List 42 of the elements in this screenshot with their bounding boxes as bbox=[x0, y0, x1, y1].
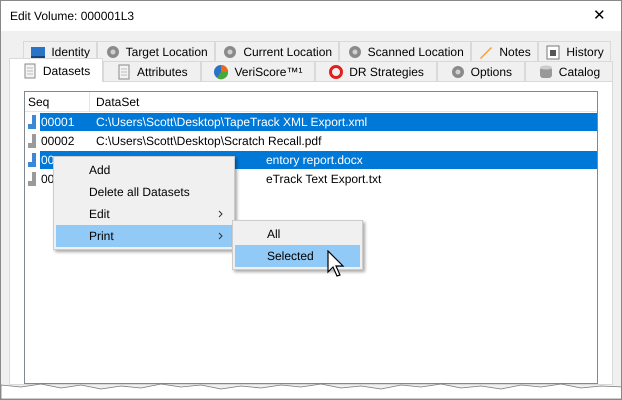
file-icon bbox=[26, 132, 38, 148]
table-cell-text: C:\Users\Scott\Desktop\Scratch Recall.pdf bbox=[95, 132, 322, 150]
close-button[interactable]: ✕ bbox=[587, 4, 612, 28]
menu-item[interactable]: Delete all Datasets bbox=[56, 181, 232, 203]
tab[interactable]: Catalog bbox=[524, 61, 614, 81]
gear-icon bbox=[104, 44, 121, 60]
tab[interactable]: Notes bbox=[471, 41, 538, 61]
chevron-right-icon bbox=[218, 232, 224, 240]
file-icon bbox=[26, 152, 38, 168]
file-icon bbox=[26, 170, 38, 186]
tab[interactable]: DR Strategies bbox=[315, 61, 437, 81]
column-header[interactable]: Seq bbox=[25, 92, 90, 111]
table-cell-text: C:\Users\Scott\Desktop\TapeTrack XML Export.xml bbox=[95, 114, 368, 130]
file-icon bbox=[26, 114, 38, 130]
page-icon bbox=[22, 62, 38, 78]
table-cell-text: entory report.docx bbox=[265, 152, 363, 168]
tab[interactable]: Datasets bbox=[9, 58, 104, 82]
pie-chart-icon bbox=[213, 64, 230, 80]
tab[interactable]: Scanned Location bbox=[339, 41, 472, 61]
lifebuoy-icon bbox=[328, 64, 344, 80]
gear-icon bbox=[450, 64, 466, 80]
window-title: Edit Volume: 000001L3 bbox=[10, 8, 134, 25]
tab[interactable]: Options bbox=[436, 61, 525, 81]
gear-icon bbox=[222, 44, 238, 60]
column-header[interactable]: DataSet bbox=[90, 92, 140, 110]
gear-icon bbox=[346, 44, 363, 60]
table-cell-text: 00002 bbox=[40, 132, 76, 150]
tab[interactable]: Current Location bbox=[215, 41, 340, 61]
tab[interactable]: Target Location bbox=[97, 41, 216, 61]
menu-item[interactable]: Selected bbox=[235, 245, 360, 267]
tab[interactable]: VeriScore™¹ bbox=[200, 61, 316, 81]
menu-item[interactable]: All bbox=[235, 223, 360, 245]
menu-item[interactable]: Edit bbox=[56, 203, 232, 225]
tab[interactable]: History bbox=[538, 41, 612, 61]
cursor-icon bbox=[326, 250, 346, 278]
table-cell-text: 00001 bbox=[40, 114, 76, 130]
chevron-right-icon bbox=[218, 210, 224, 218]
database-icon bbox=[538, 64, 554, 80]
calendar-icon bbox=[545, 44, 562, 60]
list-row[interactable]: 00001 C:\Users\Scott\Desktop\TapeTrack XML Export.xml bbox=[40, 112, 597, 130]
menu-item[interactable]: Print bbox=[56, 225, 232, 247]
tab[interactable]: Attributes bbox=[103, 61, 201, 81]
